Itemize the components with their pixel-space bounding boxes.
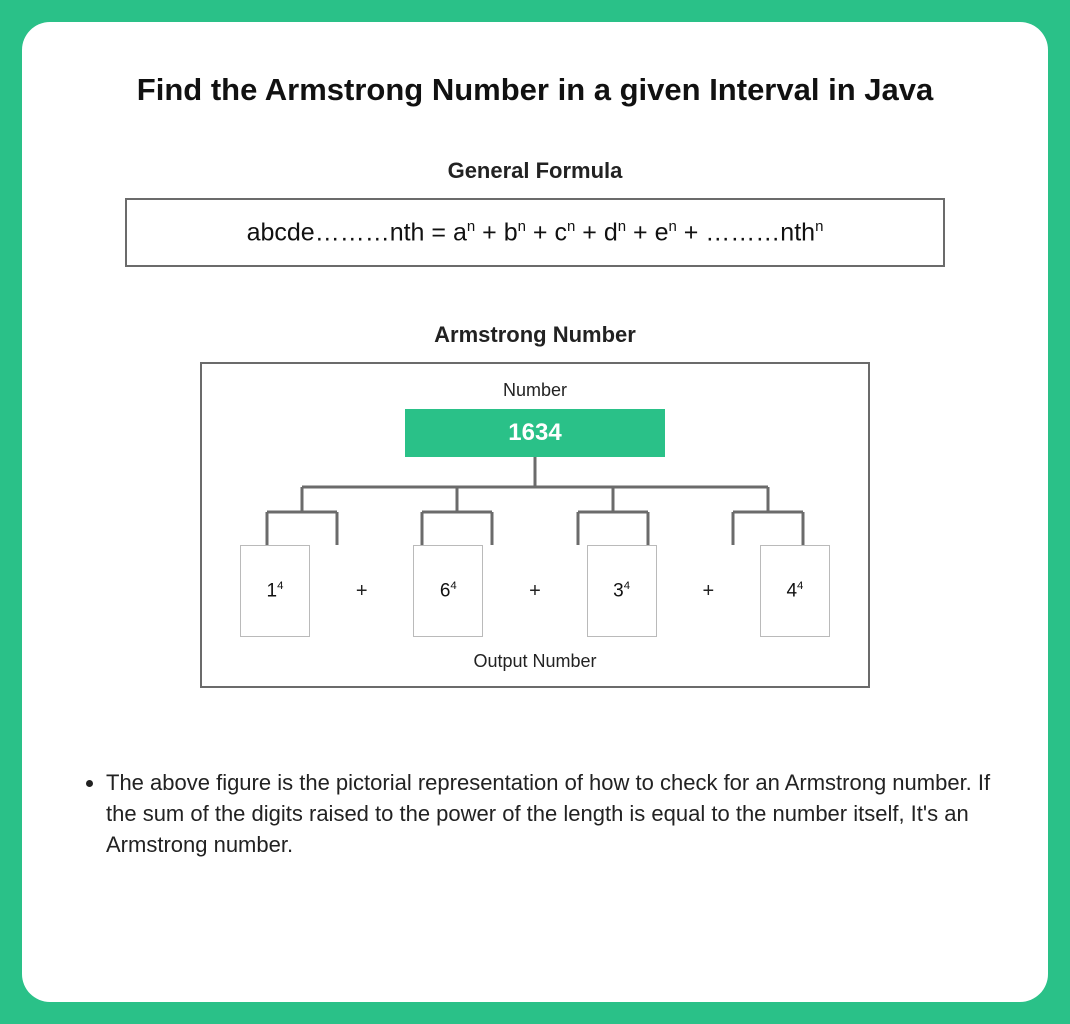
term-e: e xyxy=(655,218,669,246)
digit-3-exp: 4 xyxy=(624,580,630,592)
digit-1-exp: 4 xyxy=(277,580,283,592)
number-label: Number xyxy=(222,380,848,401)
formula-suffix: + ………nth xyxy=(677,218,815,246)
digit-4-exp: 4 xyxy=(797,580,803,592)
digit-2-base: 6 xyxy=(440,580,451,601)
connector-lines xyxy=(222,457,848,545)
output-label: Output Number xyxy=(222,651,848,672)
digit-box-2: 64 xyxy=(413,545,483,637)
diagram-container: Number 1634 xyxy=(200,362,870,688)
exp-b: n xyxy=(518,218,526,235)
digit-3-base: 3 xyxy=(613,580,624,601)
term-c: c xyxy=(554,218,567,246)
formula-prefix: abcde………nth = xyxy=(247,218,453,246)
formula-heading: General Formula xyxy=(78,158,992,184)
digit-2-exp: 4 xyxy=(450,580,456,592)
diagram-heading: Armstrong Number xyxy=(78,322,992,348)
plus-2: + xyxy=(529,580,541,603)
digit-box-3: 34 xyxy=(587,545,657,637)
exp-e: n xyxy=(668,218,676,235)
exp-a: n xyxy=(467,218,475,235)
digit-box-4: 44 xyxy=(760,545,830,637)
exp-nth: n xyxy=(815,218,823,235)
exp-d: n xyxy=(618,218,626,235)
digit-4-base: 4 xyxy=(786,580,797,601)
plus-3: + xyxy=(702,580,714,603)
formula-box: abcde………nth = an + bn + cn + dn + en + …… xyxy=(125,198,945,267)
content-card: Find the Armstrong Number in a given Int… xyxy=(22,22,1048,1002)
term-d: d xyxy=(604,218,618,246)
term-b: b xyxy=(504,218,518,246)
digit-1-base: 1 xyxy=(267,580,278,601)
digit-box-1: 14 xyxy=(240,545,310,637)
number-chip: 1634 xyxy=(405,409,665,457)
plus-1: + xyxy=(356,580,368,603)
description-text: The above figure is the pictorial repres… xyxy=(106,768,992,860)
digits-row: 14 + 64 + 34 + 44 xyxy=(222,545,848,637)
page-title: Find the Armstrong Number in a given Int… xyxy=(78,72,992,108)
term-a: a xyxy=(453,218,467,246)
exp-c: n xyxy=(567,218,575,235)
description-list: The above figure is the pictorial repres… xyxy=(78,768,992,860)
